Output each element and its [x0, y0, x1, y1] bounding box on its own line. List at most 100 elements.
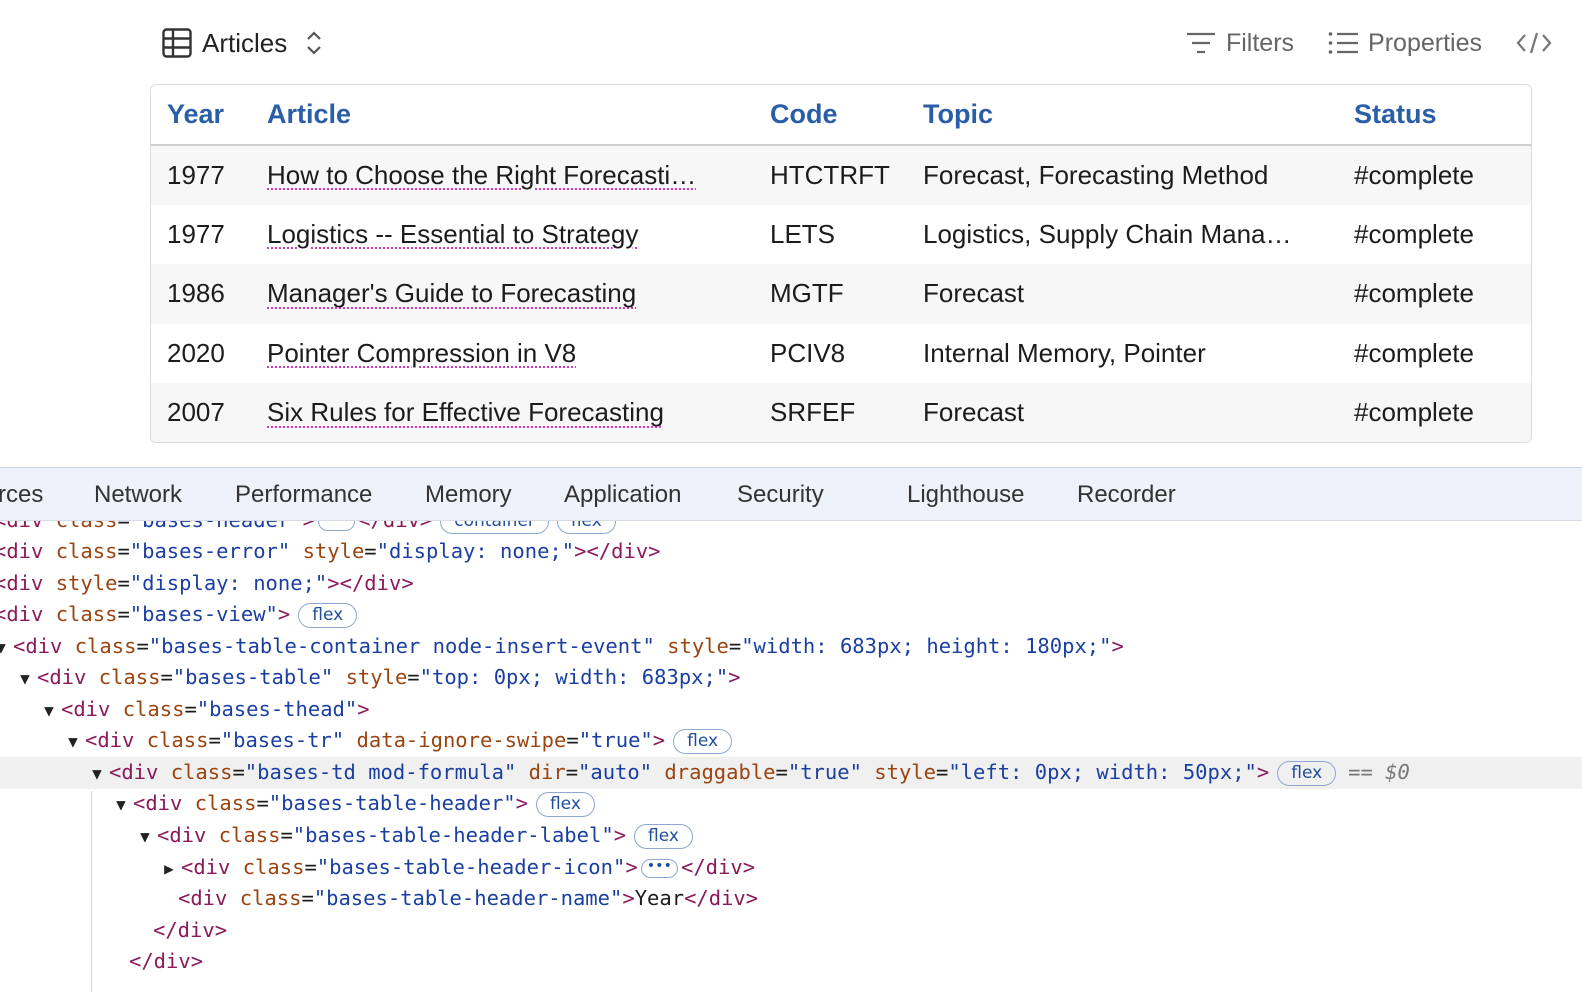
- dom-node-line[interactable]: ▼ <div class="bases-table-header-label"> f…: [0, 820, 1582, 852]
- collapse-triangle-icon[interactable]: ▼: [0, 632, 13, 664]
- dom-node-line[interactable]: ▼ <div class="bases-tr" data-ignore-swipe…: [0, 725, 1582, 757]
- embed-code-button[interactable]: [1516, 30, 1552, 56]
- article-link[interactable]: Pointer Compression in V8: [267, 338, 576, 368]
- dom-node-line[interactable]: ▼ <div class="bases-table-container node-…: [0, 631, 1582, 663]
- table-row: 1977 How to Choose the Right Forecasti… …: [151, 145, 1531, 205]
- cell-year[interactable]: 1977: [151, 204, 251, 264]
- tag-name: <div: [178, 886, 228, 910]
- dom-node-line[interactable]: ▼ <div class="bases-table" style="top: 0p…: [0, 662, 1582, 694]
- collapse-triangle-icon[interactable]: ▼: [133, 821, 157, 853]
- cell-status[interactable]: #complete: [1338, 323, 1531, 383]
- collapse-triangle-icon[interactable]: ▼: [37, 695, 61, 727]
- filters-label: Filters: [1225, 28, 1295, 57]
- code-token: =: [728, 634, 742, 658]
- tab-lighthouse[interactable]: Lighthouse: [907, 468, 1024, 520]
- cell-article[interactable]: Pointer Compression in V8: [251, 323, 754, 383]
- attribute-value: "bases-thead": [196, 697, 358, 721]
- cell-article[interactable]: Logistics -- Essential to Strategy: [251, 204, 754, 264]
- properties-button[interactable]: Properties: [1328, 29, 1482, 58]
- cell-article[interactable]: Six Rules for Effective Forecasting: [251, 383, 754, 442]
- cell-year[interactable]: 2020: [151, 323, 251, 383]
- tab-memory[interactable]: Memory: [425, 468, 512, 520]
- cell-code[interactable]: LETS: [754, 204, 907, 264]
- view-switcher[interactable]: Articles: [162, 20, 323, 66]
- tag-name: <div: [61, 697, 111, 721]
- tab-network[interactable]: Network: [94, 468, 182, 520]
- filters-button[interactable]: Filters: [1186, 29, 1294, 58]
- dom-node-line[interactable]: </div>: [0, 915, 1582, 947]
- article-link[interactable]: Six Rules for Effective Forecasting: [267, 397, 664, 427]
- column-header-article[interactable]: Article: [251, 85, 754, 146]
- code-token: =: [208, 728, 221, 752]
- dom-node-line[interactable]: ▼ <div class="bases-thead">: [0, 694, 1582, 726]
- dom-node-line[interactable]: ▶ <div class="bases-table-header-icon"> ••…: [0, 852, 1582, 884]
- view-header: Articles Filters Properties: [162, 20, 1552, 66]
- article-link[interactable]: Logistics -- Essential to Strategy: [267, 219, 638, 249]
- dom-node-line[interactable]: <div class="bases-view"> flex: [0, 599, 1582, 631]
- dom-node-line[interactable]: <div class="bases-error" style="display:…: [0, 536, 1582, 568]
- closing-tag: </div>: [684, 886, 759, 910]
- text-node: Year: [634, 886, 685, 910]
- flex-badge[interactable]: flex: [298, 602, 358, 628]
- flex-badge[interactable]: flex: [673, 728, 733, 754]
- cell-year[interactable]: 2007: [151, 383, 251, 442]
- tab-performance[interactable]: Performance: [235, 468, 372, 520]
- tab-security[interactable]: Security: [737, 468, 824, 520]
- cell-code[interactable]: SRFEF: [754, 383, 907, 442]
- cell-article[interactable]: How to Choose the Right Forecasti…: [251, 145, 754, 205]
- cell-topic[interactable]: Internal Memory, Pointer: [907, 323, 1338, 383]
- cell-article[interactable]: Manager's Guide to Forecasting: [251, 264, 754, 324]
- tag-bracket: >: [625, 855, 638, 879]
- collapse-triangle-icon[interactable]: ▼: [13, 663, 37, 695]
- flex-badge[interactable]: flex: [634, 823, 693, 849]
- collapsed-ellipsis-button[interactable]: •••: [640, 858, 678, 878]
- cell-topic[interactable]: Forecast: [907, 383, 1338, 442]
- cell-status[interactable]: #complete: [1338, 204, 1531, 264]
- attribute-value: "bases-header": [130, 521, 303, 532]
- column-header-year[interactable]: Year: [151, 85, 251, 146]
- cell-topic[interactable]: Logistics, Supply Chain Mana…: [907, 204, 1338, 264]
- tag-bracket: >: [357, 697, 370, 721]
- attribute-name: class: [43, 539, 118, 563]
- devtools-panel: rces Network Performance Memory Applicat…: [0, 467, 1582, 992]
- cell-year[interactable]: 1986: [151, 264, 251, 324]
- container-badge[interactable]: container: [440, 521, 549, 534]
- cell-code[interactable]: MGTF: [754, 264, 907, 324]
- article-link[interactable]: How to Choose the Right Forecasti…: [267, 160, 696, 190]
- tab-application[interactable]: Application: [564, 468, 681, 520]
- chevrons-up-down-icon: [305, 30, 323, 56]
- dom-node-line[interactable]: <div style="display: none;"></div>: [0, 568, 1582, 600]
- attribute-name: class: [206, 823, 281, 847]
- console-ref: $0: [1385, 760, 1410, 784]
- flex-badge[interactable]: flex: [535, 791, 595, 817]
- tab-sources[interactable]: rces: [0, 468, 43, 520]
- dom-node-line[interactable]: ▼ <div class="bases-table-header"> flex: [0, 788, 1582, 820]
- cell-topic[interactable]: Forecast, Forecasting Method: [907, 145, 1338, 205]
- dom-node-line[interactable]: <div class="bases-header">•••</div> conta…: [0, 521, 1582, 537]
- list-icon: [1328, 31, 1359, 55]
- collapsed-ellipsis-button[interactable]: •••: [317, 521, 356, 531]
- column-header-topic[interactable]: Topic: [907, 85, 1338, 146]
- tag-name: <div: [37, 665, 87, 689]
- column-header-status[interactable]: Status: [1338, 85, 1531, 146]
- cell-status[interactable]: #complete: [1338, 383, 1531, 442]
- collapse-triangle-icon[interactable]: ▼: [85, 758, 109, 790]
- tab-recorder[interactable]: Recorder: [1077, 468, 1176, 520]
- cell-topic[interactable]: Forecast: [907, 264, 1338, 324]
- dom-node-line[interactable]: </div>: [0, 946, 1582, 978]
- cell-code[interactable]: PCIV8: [754, 323, 907, 383]
- cell-code[interactable]: HTCTRFT: [754, 145, 907, 205]
- attribute-name: style: [43, 571, 118, 595]
- collapse-triangle-icon[interactable]: ▼: [61, 726, 85, 758]
- collapse-triangle-icon[interactable]: ▼: [109, 789, 133, 821]
- dom-node-line[interactable]: <div class="bases-table-header-name">Yea…: [0, 883, 1582, 915]
- cell-year[interactable]: 1977: [151, 145, 251, 205]
- article-link[interactable]: Manager's Guide to Forecasting: [267, 278, 636, 308]
- flex-badge[interactable]: flex: [1277, 760, 1337, 786]
- selected-dom-node[interactable]: ▼ <div class="bases-td mod-formula" dir="…: [0, 757, 1582, 789]
- cell-status[interactable]: #complete: [1338, 264, 1531, 324]
- flex-badge[interactable]: flex: [556, 521, 616, 534]
- cell-status[interactable]: #complete: [1338, 145, 1531, 205]
- expand-triangle-icon[interactable]: ▶: [157, 853, 181, 885]
- column-header-code[interactable]: Code: [754, 85, 907, 146]
